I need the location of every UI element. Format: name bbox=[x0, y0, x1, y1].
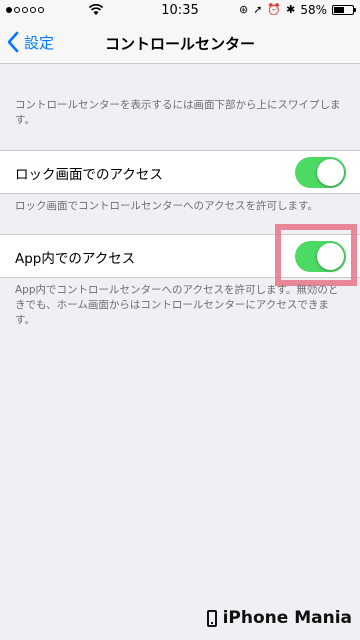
intro-description: コントロールセンターを表示するには画面下部から上にスワイプします。 bbox=[15, 99, 341, 126]
battery-percent: 58% bbox=[300, 3, 327, 17]
location-icon: ➚ bbox=[253, 3, 263, 16]
watermark-text: iPhone Mania bbox=[222, 608, 352, 628]
status-right: ⊛ ➚ ⏰ ✱ 58% bbox=[238, 3, 356, 17]
status-bar: 10:35 ⊛ ➚ ⏰ ✱ 58% bbox=[0, 0, 360, 22]
battery-fill bbox=[334, 7, 345, 13]
in-app-access-label: App内でのアクセス bbox=[15, 251, 136, 267]
watermark-logo: iPhone Mania bbox=[206, 608, 352, 628]
lock-screen-access-footer: ロック画面でコントロールセンターへのアクセスを許可します。 bbox=[15, 200, 318, 212]
bluetooth-icon: ✱ bbox=[286, 3, 296, 16]
toggle-knob bbox=[317, 159, 344, 186]
lock-screen-access-toggle[interactable] bbox=[295, 157, 346, 188]
battery-icon bbox=[332, 5, 356, 15]
rotation-lock-icon: ⊛ bbox=[238, 3, 249, 16]
lock-screen-access-label: ロック画面でのアクセス bbox=[15, 167, 163, 183]
navigation-bar: 設定 コントロールセンター bbox=[0, 22, 360, 64]
phone-icon bbox=[206, 609, 217, 627]
alarm-icon: ⏰ bbox=[267, 3, 282, 16]
in-app-access-footer: App内でコントロールセンターへのアクセスを許可します。無効のときでも、ホーム画… bbox=[15, 284, 339, 326]
page-title: コントロールセンター bbox=[104, 35, 255, 53]
highlight-frame bbox=[275, 224, 357, 286]
lock-screen-access-row: ロック画面でのアクセス bbox=[0, 150, 360, 194]
